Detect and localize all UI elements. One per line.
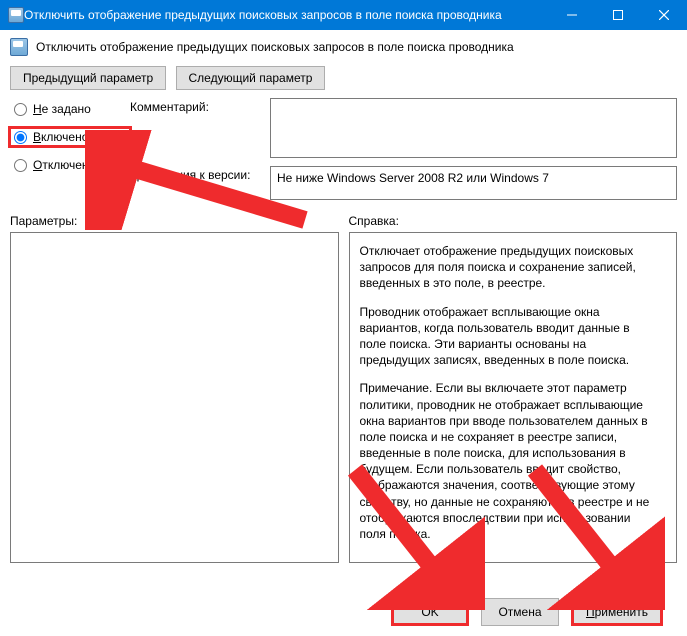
policy-icon bbox=[10, 38, 28, 56]
policy-title: Отключить отображение предыдущих поисков… bbox=[36, 40, 514, 54]
state-radios: Не задано Включено Отключено bbox=[10, 98, 130, 208]
params-label: Параметры: bbox=[10, 214, 339, 228]
window-title: Отключить отображение предыдущих поисков… bbox=[24, 8, 549, 22]
ok-button[interactable]: OK bbox=[391, 598, 469, 626]
window-icon bbox=[8, 7, 24, 23]
version-label: Требования к версии: bbox=[130, 166, 270, 200]
help-label: Справка: bbox=[349, 214, 678, 228]
minimize-button[interactable] bbox=[549, 0, 595, 30]
policy-header: Отключить отображение предыдущих поисков… bbox=[0, 30, 687, 62]
next-setting-button[interactable]: Следующий параметр bbox=[176, 66, 326, 90]
cancel-button[interactable]: Отмена bbox=[481, 598, 559, 626]
help-paragraph: Отключает отображение предыдущих поисков… bbox=[360, 243, 659, 292]
radio-enabled-input[interactable] bbox=[14, 131, 27, 144]
radio-enabled-label: Включено bbox=[33, 130, 88, 144]
radio-not-configured-label: Не задано bbox=[33, 102, 91, 116]
help-box: Отключает отображение предыдущих поисков… bbox=[349, 232, 678, 563]
previous-setting-button[interactable]: Предыдущий параметр bbox=[10, 66, 166, 90]
maximize-button[interactable] bbox=[595, 0, 641, 30]
help-paragraph: Проводник отображает всплывающие окна ва… bbox=[360, 304, 659, 369]
radio-not-configured-input[interactable] bbox=[14, 103, 27, 116]
dialog-buttons: OK Отмена Применить bbox=[391, 598, 669, 626]
window-controls bbox=[549, 0, 687, 30]
comment-label: Комментарий: bbox=[130, 98, 270, 158]
comment-textarea[interactable] bbox=[270, 98, 677, 158]
close-button[interactable] bbox=[641, 0, 687, 30]
version-text: Не ниже Windows Server 2008 R2 или Windo… bbox=[277, 171, 549, 185]
version-box: Не ниже Windows Server 2008 R2 или Windo… bbox=[270, 166, 677, 200]
params-box bbox=[10, 232, 339, 563]
nav-buttons: Предыдущий параметр Следующий параметр bbox=[0, 62, 687, 98]
titlebar: Отключить отображение предыдущих поисков… bbox=[0, 0, 687, 30]
radio-disabled[interactable]: Отключено bbox=[10, 156, 130, 174]
help-paragraph: Примечание. Если вы включаете этот парам… bbox=[360, 380, 659, 542]
radio-disabled-label: Отключено bbox=[33, 158, 95, 172]
radio-enabled[interactable]: Включено bbox=[10, 128, 130, 146]
radio-not-configured[interactable]: Не задано bbox=[10, 100, 130, 118]
apply-button[interactable]: Применить bbox=[571, 598, 663, 626]
radio-disabled-input[interactable] bbox=[14, 159, 27, 172]
